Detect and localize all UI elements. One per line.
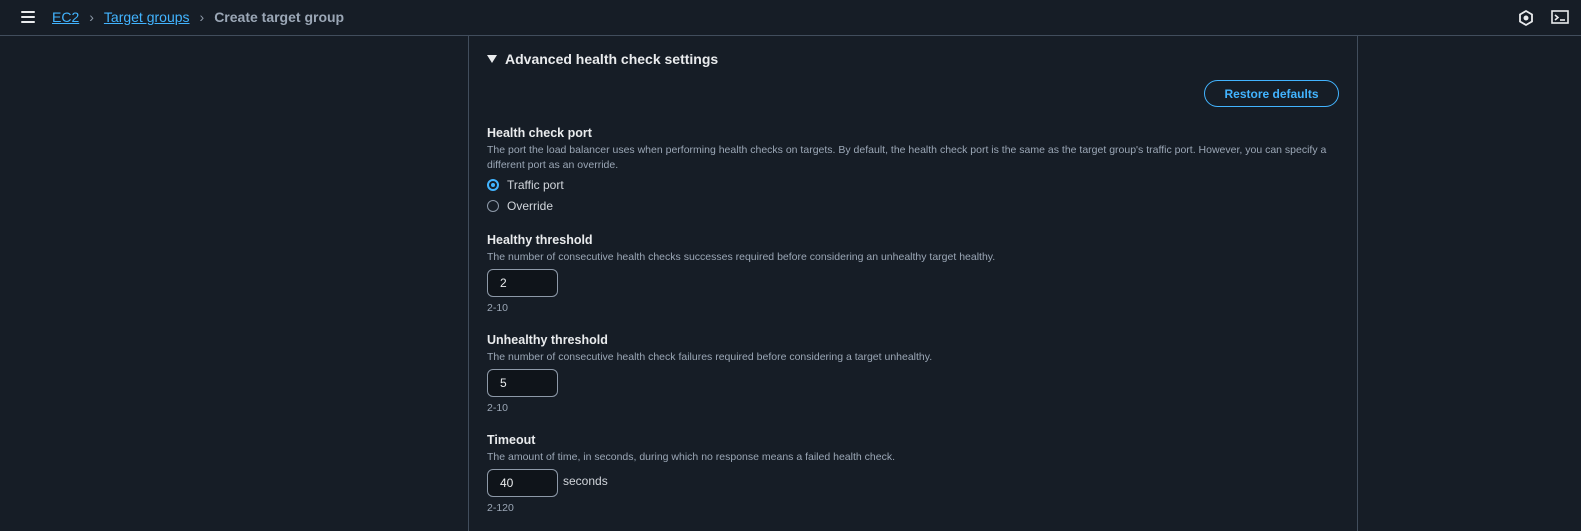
advanced-health-check-panel: Advanced health check settings Restore d…	[468, 36, 1358, 531]
breadcrumb-target-groups[interactable]: Target groups	[104, 9, 190, 25]
unhealthy-threshold-hint: 2-10	[487, 402, 509, 414]
healthy-threshold-label: Healthy threshold	[487, 233, 593, 247]
radio-override[interactable]: Override	[487, 199, 1337, 213]
advanced-settings-toggle[interactable]: Advanced health check settings	[487, 51, 718, 67]
unhealthy-threshold-description: The number of consecutive health check f…	[487, 351, 933, 363]
timeout-input[interactable]: 40	[487, 469, 558, 497]
breadcrumb-current: Create target group	[214, 9, 345, 25]
unhealthy-threshold-label: Unhealthy threshold	[487, 333, 608, 347]
chevron-right-icon: ›	[199, 9, 205, 25]
radio-label-traffic-port: Traffic port	[507, 178, 564, 192]
chevron-right-icon: ›	[89, 9, 94, 25]
restore-defaults-button[interactable]: Restore defaults	[1204, 80, 1339, 107]
breadcrumb: EC2 › Target groups › Create target grou…	[52, 9, 344, 25]
section-title: Advanced health check settings	[505, 51, 719, 67]
health-check-port-label: Health check port	[487, 126, 592, 140]
healthy-threshold-input[interactable]: 2	[487, 269, 558, 297]
healthy-threshold-field: Healthy threshold The number of consecut…	[487, 233, 1337, 314]
timeout-label: Timeout	[487, 433, 536, 447]
healthy-threshold-hint: 2-10	[487, 302, 509, 314]
timeout-unit: seconds	[563, 474, 608, 488]
radio-label-override: Override	[507, 199, 554, 213]
unhealthy-threshold-input[interactable]: 5	[487, 369, 558, 397]
timeout-hint: 2-120	[487, 502, 514, 514]
cloudshell-icon[interactable]	[1551, 9, 1571, 27]
radio-button-unchecked[interactable]	[487, 200, 499, 212]
caret-down-icon	[487, 55, 497, 63]
health-check-port-description: The port the load balancer uses when per…	[487, 144, 1327, 171]
healthy-threshold-description: The number of consecutive health checks …	[487, 251, 996, 263]
menu-icon[interactable]	[21, 11, 35, 23]
radio-button-checked[interactable]	[487, 179, 499, 191]
notifications-icon[interactable]	[1517, 9, 1535, 27]
radio-traffic-port[interactable]: Traffic port	[487, 178, 1337, 192]
timeout-field: Timeout The amount of time, in seconds, …	[487, 433, 1337, 514]
health-check-port-field: Health check port The port the load bala…	[487, 126, 1337, 213]
unhealthy-threshold-field: Unhealthy threshold The number of consec…	[487, 333, 1337, 414]
timeout-description: The amount of time, in seconds, during w…	[487, 451, 895, 463]
timeout-input-row: 40 seconds	[487, 465, 1337, 497]
breadcrumb-ec2[interactable]: EC2	[52, 9, 79, 25]
top-navigation-bar: EC2 › Target groups › Create target grou…	[0, 0, 1581, 36]
